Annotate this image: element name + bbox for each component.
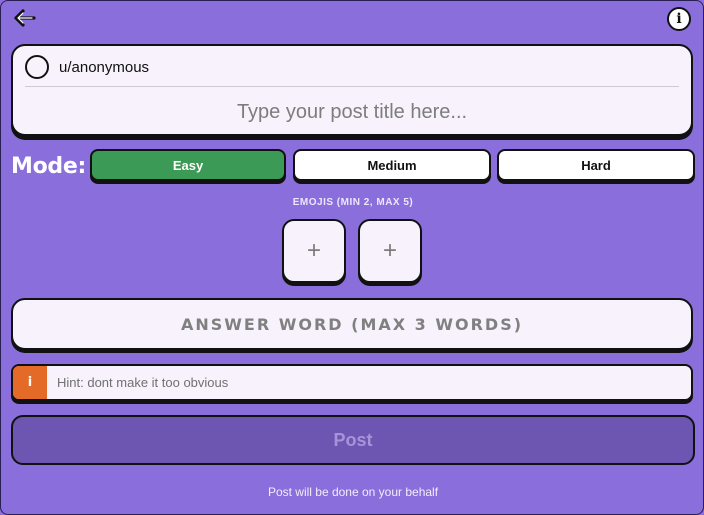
avatar [25, 55, 49, 79]
post-card: u/anonymous [11, 44, 693, 136]
post-button[interactable]: Post [11, 415, 695, 465]
mode-hard-button[interactable]: Hard [497, 149, 695, 181]
plus-icon: + [382, 237, 397, 264]
plus-icon: + [306, 237, 321, 264]
emoji-slot-1[interactable]: + [282, 219, 346, 283]
answer-field [11, 298, 693, 350]
emojis-label: EMOJIS (MIN 2, MAX 5) [292, 197, 414, 208]
hint-input[interactable] [47, 366, 691, 399]
info-icon: i [676, 11, 682, 27]
mode-label: Mode: [11, 154, 86, 179]
mode-easy-button[interactable]: Easy [90, 149, 286, 181]
mode-medium-button[interactable]: Medium [293, 149, 491, 181]
app-frame: i u/anonymous Mode: Easy Medium Hard EMO… [0, 0, 704, 515]
info-button[interactable]: i [667, 7, 691, 31]
hint-field: i [11, 364, 693, 401]
hint-info-icon: i [13, 366, 47, 399]
emoji-slot-2[interactable]: + [358, 219, 422, 283]
arrow-left-icon [14, 9, 36, 27]
back-button[interactable] [13, 7, 37, 29]
footer-note: Post will be done on your behalf [267, 485, 439, 499]
post-title-input[interactable] [25, 94, 679, 130]
answer-input[interactable] [13, 313, 691, 335]
username: u/anonymous [59, 59, 150, 76]
divider [25, 86, 679, 87]
